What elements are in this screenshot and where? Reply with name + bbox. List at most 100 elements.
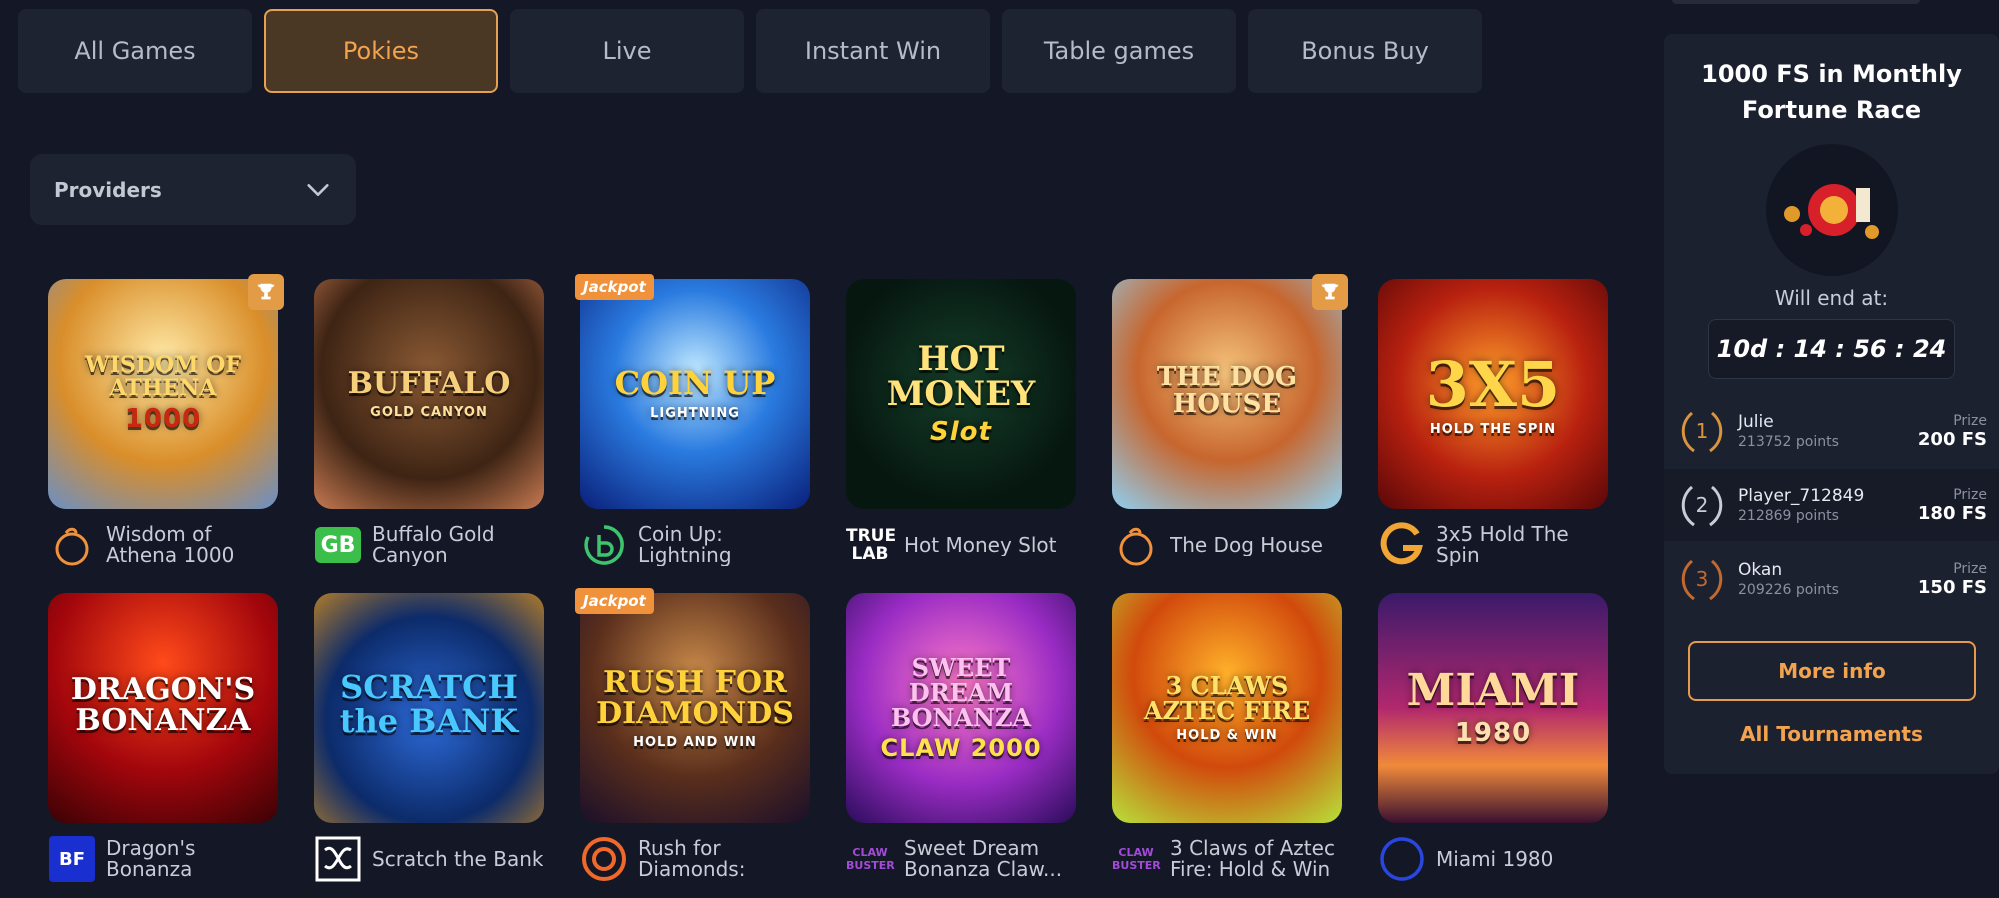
game-card[interactable]: MIAMI 1980 Miami 1980 <box>1378 593 1608 898</box>
player-name: Player_712849 <box>1738 486 1865 506</box>
game-card[interactable]: SCRATCH the BANK Scratch the Bank <box>314 593 544 898</box>
prize-label: Prize <box>1953 560 1987 577</box>
booming-icon <box>580 521 628 569</box>
game-name[interactable]: Coin Up: Lightning <box>638 524 810 566</box>
game-grid: WISDOM OF ATHENA 1000 Wisdom of Athena 10… <box>48 274 1608 898</box>
gamzix-icon <box>1378 521 1426 569</box>
game-thumbnail[interactable]: SWEET DREAM BONANZA CLAW 2000 <box>846 593 1076 823</box>
gamebeat-icon: GB <box>314 521 362 569</box>
game-card[interactable]: THE DOG HOUSE The Dog House <box>1112 274 1348 593</box>
tab-all-games[interactable]: All Games <box>18 9 252 93</box>
game-art-title: THE DOG HOUSE <box>1156 361 1298 419</box>
svg-text:1: 1 <box>1696 419 1709 443</box>
game-art-subtitle: HOLD THE SPIN <box>1429 421 1557 437</box>
game-name[interactable]: Buffalo Gold Canyon <box>372 524 544 566</box>
game-art-subtitle: HOLD AND WIN <box>633 734 757 750</box>
game-thumbnail[interactable]: 3X5 HOLD THE SPIN <box>1378 279 1608 509</box>
game-art-subtitle: Slot <box>930 417 992 448</box>
game-name[interactable]: Scratch the Bank <box>372 849 543 870</box>
game-name[interactable]: The Dog House <box>1170 535 1323 556</box>
laurel-gold-icon: 1 <box>1681 411 1723 453</box>
clawbuster-icon: CLAW BUSTER <box>846 846 895 872</box>
prize-label: Prize <box>1953 412 1987 429</box>
bf-games-icon: BF <box>48 835 96 883</box>
tournament-panel: 1000 FS in Monthly Fortune Race Will end… <box>1664 34 1999 774</box>
game-art-title: MIAMI <box>1406 665 1580 717</box>
game-art-title: 3X5 <box>1425 347 1561 421</box>
game-card[interactable]: COIN UP LIGHTNING Jackpot Coin Up: Lightn… <box>575 274 810 593</box>
tab-live[interactable]: Live <box>510 9 744 93</box>
clawbuster-icon: CLAW BUSTER <box>1112 846 1161 872</box>
game-name[interactable]: Miami 1980 <box>1436 849 1553 870</box>
game-art-title: SCRATCH the BANK <box>339 668 519 740</box>
jackpot-badge: Jackpot <box>575 588 654 614</box>
svg-text:3: 3 <box>1696 567 1709 591</box>
game-art-subtitle: CLAW 2000 <box>880 734 1042 763</box>
game-name[interactable]: 3 Claws of Aztec Fire: Hold & Win <box>1170 838 1342 880</box>
game-art-title: RUSH FOR DIAMONDS <box>596 664 794 732</box>
game-art-subtitle: GOLD CANYON <box>370 404 488 420</box>
game-card[interactable]: DRAGON'S BONANZA BF Dragon's Bonanza <box>48 593 278 898</box>
game-art-subtitle: 1980 <box>1454 718 1532 749</box>
page: All Games Pokies Live Instant Win Table … <box>0 0 1999 898</box>
game-thumbnail[interactable]: SCRATCH the BANK <box>314 593 544 823</box>
game-thumbnail[interactable]: BUFFALO GOLD CANYON <box>314 279 544 509</box>
game-card[interactable]: 3 CLAWS AZTEC FIRE HOLD & WIN CLAW BUSTER… <box>1112 593 1342 898</box>
game-name[interactable]: Dragon's Bonanza <box>106 838 278 880</box>
svg-text:2: 2 <box>1696 493 1709 517</box>
end-label: Will end at: <box>1774 286 1889 310</box>
tab-table-games[interactable]: Table games <box>1002 9 1236 93</box>
game-name[interactable]: 3x5 Hold The Spin <box>1436 524 1608 566</box>
game-art-title: WISDOM OF ATHENA <box>85 352 241 402</box>
player-name: Julie <box>1738 412 1774 432</box>
game-art-title: HOT MONEY <box>886 338 1036 415</box>
chevron-down-icon <box>307 183 329 196</box>
sidebar-top-edge <box>1672 0 1920 4</box>
game-art-subtitle: 1000 <box>124 404 202 435</box>
game-card[interactable]: SWEET DREAM BONANZA CLAW 2000 CLAW BUSTER… <box>846 593 1076 898</box>
game-name[interactable]: Hot Money Slot <box>904 535 1056 556</box>
providers-dropdown[interactable]: Providers <box>30 154 356 225</box>
game-art-subtitle: HOLD & WIN <box>1176 728 1278 744</box>
player-points: 209226 points <box>1738 582 1839 598</box>
game-thumbnail[interactable]: HOT MONEY Slot <box>846 279 1076 509</box>
player-points: 212869 points <box>1738 508 1839 524</box>
game-card[interactable]: RUSH FOR DIAMONDS HOLD AND WIN Jackpot Ru… <box>575 588 810 898</box>
game-card[interactable]: 3X5 HOLD THE SPIN 3x5 Hold The Spin <box>1378 279 1608 593</box>
game-thumbnail[interactable]: WISDOM OF ATHENA 1000 <box>48 279 278 509</box>
game-thumbnail[interactable]: RUSH FOR DIAMONDS HOLD AND WIN <box>580 593 810 823</box>
game-card[interactable]: BUFFALO GOLD CANYON GB Buffalo Gold Canyo… <box>314 279 544 593</box>
game-thumbnail[interactable]: 3 CLAWS AZTEC FIRE HOLD & WIN <box>1112 593 1342 823</box>
game-card[interactable]: HOT MONEY Slot TRUE LAB Hot Money Slot <box>846 279 1076 593</box>
game-thumbnail[interactable]: DRAGON'S BONANZA <box>48 593 278 823</box>
laurel-silver-icon: 2 <box>1681 485 1723 527</box>
game-thumbnail[interactable]: COIN UP LIGHTNING <box>580 279 810 509</box>
jackpot-badge: Jackpot <box>575 274 654 300</box>
game-thumbnail[interactable]: MIAMI 1980 <box>1378 593 1608 823</box>
ring-icon <box>1378 835 1426 883</box>
knot-icon <box>314 835 362 883</box>
prize-label: Prize <box>1953 486 1987 503</box>
game-art-title: SWEET DREAM BONANZA <box>890 652 1032 732</box>
tab-instant-win[interactable]: Instant Win <box>756 9 990 93</box>
game-thumbnail[interactable]: THE DOG HOUSE <box>1112 279 1342 509</box>
leaderboard-row: 3 Okan 209226 points Prize 150 FS <box>1664 543 1999 615</box>
game-art-subtitle: LIGHTNING <box>650 405 740 421</box>
game-name[interactable]: Sweet Dream Bonanza Claw... <box>904 838 1076 880</box>
prize-value: 150 FS <box>1917 576 1987 598</box>
tab-bonus-buy[interactable]: Bonus Buy <box>1248 9 1482 93</box>
countdown-timer: 10d : 14 : 56 : 24 <box>1708 319 1955 379</box>
fortune-cat-icon <box>1784 184 1879 239</box>
prize-value: 200 FS <box>1917 428 1987 450</box>
tab-pokies[interactable]: Pokies <box>264 9 498 93</box>
player-name: Okan <box>1738 560 1783 580</box>
more-info-button[interactable]: More info <box>1688 641 1976 701</box>
laurel-bronze-icon: 3 <box>1681 559 1723 601</box>
all-tournaments-link[interactable]: All Tournaments <box>1664 722 1999 746</box>
player-points: 213752 points <box>1738 434 1839 450</box>
game-name[interactable]: Wisdom of Athena 1000 <box>106 524 278 566</box>
target-icon <box>580 835 628 883</box>
leaderboard-row: 2 Player_712849 212869 points Prize 180 FS <box>1664 469 1999 541</box>
game-name[interactable]: Rush for Diamonds: Hold... <box>638 838 810 880</box>
game-card[interactable]: WISDOM OF ATHENA 1000 Wisdom of Athena 10… <box>48 274 284 593</box>
